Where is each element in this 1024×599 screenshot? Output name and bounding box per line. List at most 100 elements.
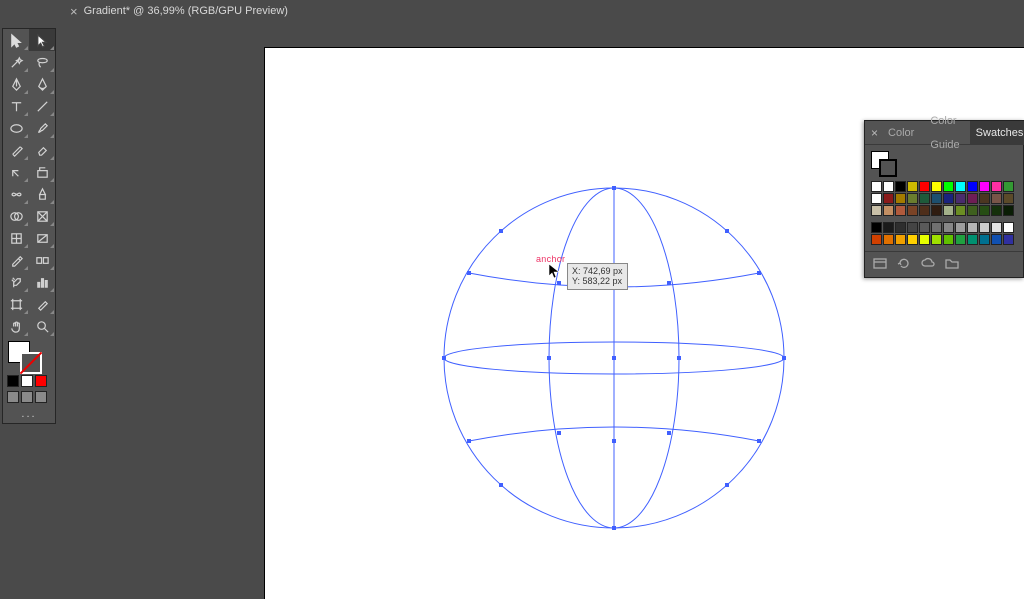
direct-selection-tool[interactable] — [29, 29, 55, 51]
fill-stroke-indicator[interactable] — [3, 339, 55, 373]
swatch[interactable] — [871, 181, 882, 192]
swatch[interactable] — [943, 234, 954, 245]
folder-icon[interactable] — [945, 257, 959, 272]
swatch[interactable] — [979, 222, 990, 233]
swatch[interactable] — [1003, 234, 1014, 245]
close-icon[interactable]: × — [871, 126, 878, 140]
swatch[interactable] — [919, 181, 930, 192]
swatch[interactable] — [943, 205, 954, 216]
color-mode-none[interactable] — [35, 375, 47, 387]
symbol-sprayer-tool[interactable] — [3, 271, 29, 293]
current-fill-stroke[interactable] — [871, 151, 895, 175]
free-transform-tool[interactable] — [29, 183, 55, 205]
swatch[interactable] — [883, 222, 894, 233]
swatch[interactable] — [1003, 222, 1014, 233]
swatch[interactable] — [931, 222, 942, 233]
draw-mode-inside[interactable] — [35, 391, 47, 403]
width-tool[interactable] — [3, 183, 29, 205]
line-segment-tool[interactable] — [29, 95, 55, 117]
swatch[interactable] — [895, 205, 906, 216]
eyedropper-tool[interactable] — [3, 249, 29, 271]
curvature-tool[interactable] — [29, 73, 55, 95]
swatch[interactable] — [871, 205, 882, 216]
swatch[interactable] — [895, 222, 906, 233]
swatch[interactable] — [907, 193, 918, 204]
mesh-tool[interactable] — [3, 227, 29, 249]
loop-icon[interactable] — [897, 257, 911, 272]
pen-tool[interactable] — [3, 73, 29, 95]
swatch[interactable] — [943, 222, 954, 233]
swatch[interactable] — [907, 234, 918, 245]
swatch[interactable] — [955, 234, 966, 245]
selection-tool[interactable] — [3, 29, 29, 51]
swatch[interactable] — [931, 193, 942, 204]
scale-tool[interactable] — [29, 161, 55, 183]
swatch[interactable] — [883, 205, 894, 216]
lasso-tool[interactable] — [29, 51, 55, 73]
swatch[interactable] — [943, 193, 954, 204]
swatch[interactable] — [991, 181, 1002, 192]
swatch[interactable] — [991, 205, 1002, 216]
draw-mode-normal[interactable] — [7, 391, 19, 403]
swatch[interactable] — [979, 181, 990, 192]
swatch[interactable] — [991, 234, 1002, 245]
color-mode-gradient[interactable] — [21, 375, 33, 387]
swatch[interactable] — [895, 234, 906, 245]
swatch[interactable] — [919, 234, 930, 245]
gradient-tool[interactable] — [29, 227, 55, 249]
swatch[interactable] — [883, 181, 894, 192]
swatch[interactable] — [907, 205, 918, 216]
document-tab[interactable]: × Gradient* @ 36,99% (RGB/GPU Preview) — [60, 0, 298, 22]
paintbrush-tool[interactable] — [29, 117, 55, 139]
artboard-tool[interactable] — [3, 293, 29, 315]
swatch[interactable] — [967, 234, 978, 245]
swatch[interactable] — [955, 222, 966, 233]
rotate-tool[interactable] — [3, 161, 29, 183]
swatch[interactable] — [991, 193, 1002, 204]
zoom-tool[interactable] — [29, 315, 55, 337]
close-icon[interactable]: × — [70, 5, 78, 18]
swatch[interactable] — [967, 222, 978, 233]
swatch[interactable] — [979, 234, 990, 245]
magic-wand-tool[interactable] — [3, 51, 29, 73]
swatch[interactable] — [931, 234, 942, 245]
swatch[interactable] — [871, 222, 882, 233]
swatch[interactable] — [955, 193, 966, 204]
swatch[interactable] — [895, 193, 906, 204]
swatch[interactable] — [919, 205, 930, 216]
swatch[interactable] — [991, 222, 1002, 233]
swatch[interactable] — [883, 193, 894, 204]
swatch[interactable] — [967, 193, 978, 204]
shape-builder-tool[interactable] — [3, 205, 29, 227]
swatch[interactable] — [1003, 205, 1014, 216]
swatch[interactable] — [1003, 193, 1014, 204]
swatch[interactable] — [979, 205, 990, 216]
cloud-icon[interactable] — [921, 257, 935, 272]
swatch[interactable] — [895, 181, 906, 192]
swatch[interactable] — [907, 181, 918, 192]
more-tools[interactable]: ... — [3, 405, 55, 423]
swatch[interactable] — [907, 222, 918, 233]
globe-artwork[interactable] — [439, 183, 789, 533]
swatch[interactable] — [979, 193, 990, 204]
swatch[interactable] — [1003, 181, 1014, 192]
tab-color-guide[interactable]: Color Guide — [924, 109, 965, 157]
perspective-grid-tool[interactable] — [29, 205, 55, 227]
tab-color[interactable]: Color — [882, 121, 920, 145]
column-graph-tool[interactable] — [29, 271, 55, 293]
swatch[interactable] — [967, 181, 978, 192]
swatch[interactable] — [943, 181, 954, 192]
swatch[interactable] — [967, 205, 978, 216]
hand-tool[interactable] — [3, 315, 29, 337]
swatch[interactable] — [919, 222, 930, 233]
swatch[interactable] — [955, 181, 966, 192]
swatch[interactable] — [931, 181, 942, 192]
draw-mode-behind[interactable] — [21, 391, 33, 403]
eraser-tool[interactable] — [29, 139, 55, 161]
rectangle-tool[interactable] — [3, 117, 29, 139]
shaper-tool[interactable] — [3, 139, 29, 161]
swatch[interactable] — [919, 193, 930, 204]
library-icon[interactable] — [873, 257, 887, 272]
swatch[interactable] — [871, 193, 882, 204]
swatch[interactable] — [871, 234, 882, 245]
